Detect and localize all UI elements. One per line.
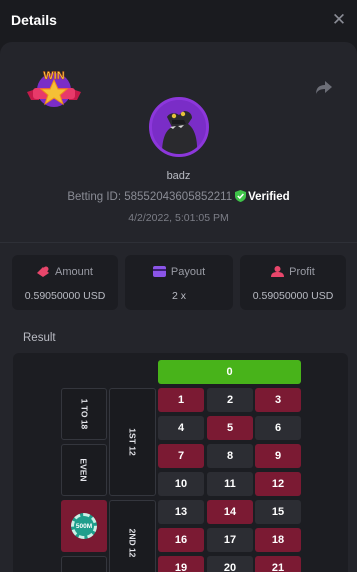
bet-dozen-1[interactable]: 1ST 12 xyxy=(109,388,156,496)
payout-card-icon xyxy=(152,266,166,277)
number-cell[interactable]: 7 xyxy=(158,444,204,468)
number-cell[interactable]: 9 xyxy=(255,444,301,468)
number-cell[interactable]: 3 xyxy=(255,388,301,412)
betting-id-value: 58552043605852211 xyxy=(124,191,233,203)
profit-icon xyxy=(271,266,285,277)
bet-even[interactable]: EVEN xyxy=(61,444,107,496)
stat-profit-value: 0.59050000 USD xyxy=(252,290,334,302)
number-cell[interactable]: 10 xyxy=(158,472,204,496)
number-cell[interactable]: 14 xyxy=(207,500,253,524)
amount-icon xyxy=(37,266,50,277)
stat-payout-value: 2 x xyxy=(171,290,186,302)
number-cell[interactable]: 20 xyxy=(207,556,253,572)
avatar xyxy=(149,97,209,157)
number-cell[interactable]: 18 xyxy=(255,528,301,552)
username: badz xyxy=(166,170,191,182)
bet-date: 4/2/2022, 5:01:05 PM xyxy=(128,212,229,224)
stat-payout: Payout 2 x xyxy=(125,255,233,310)
modal-title: Details xyxy=(11,12,57,28)
bet-1-to-18[interactable]: 1 TO 18 xyxy=(61,388,107,440)
number-cell[interactable]: 5 xyxy=(207,416,253,440)
stat-amount-value: 0.59050000 USD xyxy=(24,290,106,302)
win-badge-icon: WIN xyxy=(27,70,81,107)
number-cell[interactable]: 15 xyxy=(255,500,301,524)
number-cell[interactable]: 19 xyxy=(158,556,204,572)
number-cell[interactable]: 17 xyxy=(207,528,253,552)
chip-icon: 500M xyxy=(71,513,97,539)
number-cell[interactable]: 2 xyxy=(207,388,253,412)
number-cell[interactable]: 11 xyxy=(207,472,253,496)
betting-id-label: Betting ID: xyxy=(67,191,122,203)
stat-profit-label: Profit xyxy=(289,266,315,278)
verified-shield-icon xyxy=(235,190,247,202)
modal-header: Details ✕ xyxy=(0,0,357,42)
number-cell[interactable]: 1 xyxy=(158,388,204,412)
stat-payout-label: Payout xyxy=(170,266,206,278)
crocodile-avatar-icon xyxy=(152,100,206,154)
stat-amount-label: Amount xyxy=(55,266,93,278)
number-cell[interactable]: 12 xyxy=(255,472,301,496)
result-label: Result xyxy=(23,332,56,344)
number-cell[interactable]: 4 xyxy=(158,416,204,440)
details-panel: WIN badz Betting ID: 58552043605852211 V… xyxy=(0,42,357,572)
bet-red-with-chip[interactable]: 500M xyxy=(61,500,107,552)
number-cell[interactable]: 16 xyxy=(158,528,204,552)
stat-amount: Amount 0.59050000 USD xyxy=(12,255,118,310)
divider xyxy=(0,242,357,243)
number-cell[interactable]: 8 xyxy=(207,444,253,468)
share-icon[interactable] xyxy=(315,78,333,96)
verified-label: Verified xyxy=(248,191,290,203)
number-cell[interactable]: 21 xyxy=(255,556,301,572)
bet-black[interactable] xyxy=(61,556,107,572)
number-cell-0[interactable]: 0 xyxy=(158,360,301,384)
number-cell[interactable]: 6 xyxy=(255,416,301,440)
close-icon[interactable]: ✕ xyxy=(329,9,349,31)
betting-id-row: Betting ID: 58552043605852211 Verified xyxy=(0,190,357,203)
bet-dozen-2[interactable]: 2ND 12 xyxy=(109,500,156,572)
number-cell[interactable]: 13 xyxy=(158,500,204,524)
stat-profit: Profit 0.59050000 USD xyxy=(240,255,346,310)
win-badge-text: WIN xyxy=(43,70,64,82)
roulette-board: 0 1 TO 18 EVEN 500M 1ST 12 2ND 12 1 2 3 … xyxy=(13,353,348,572)
